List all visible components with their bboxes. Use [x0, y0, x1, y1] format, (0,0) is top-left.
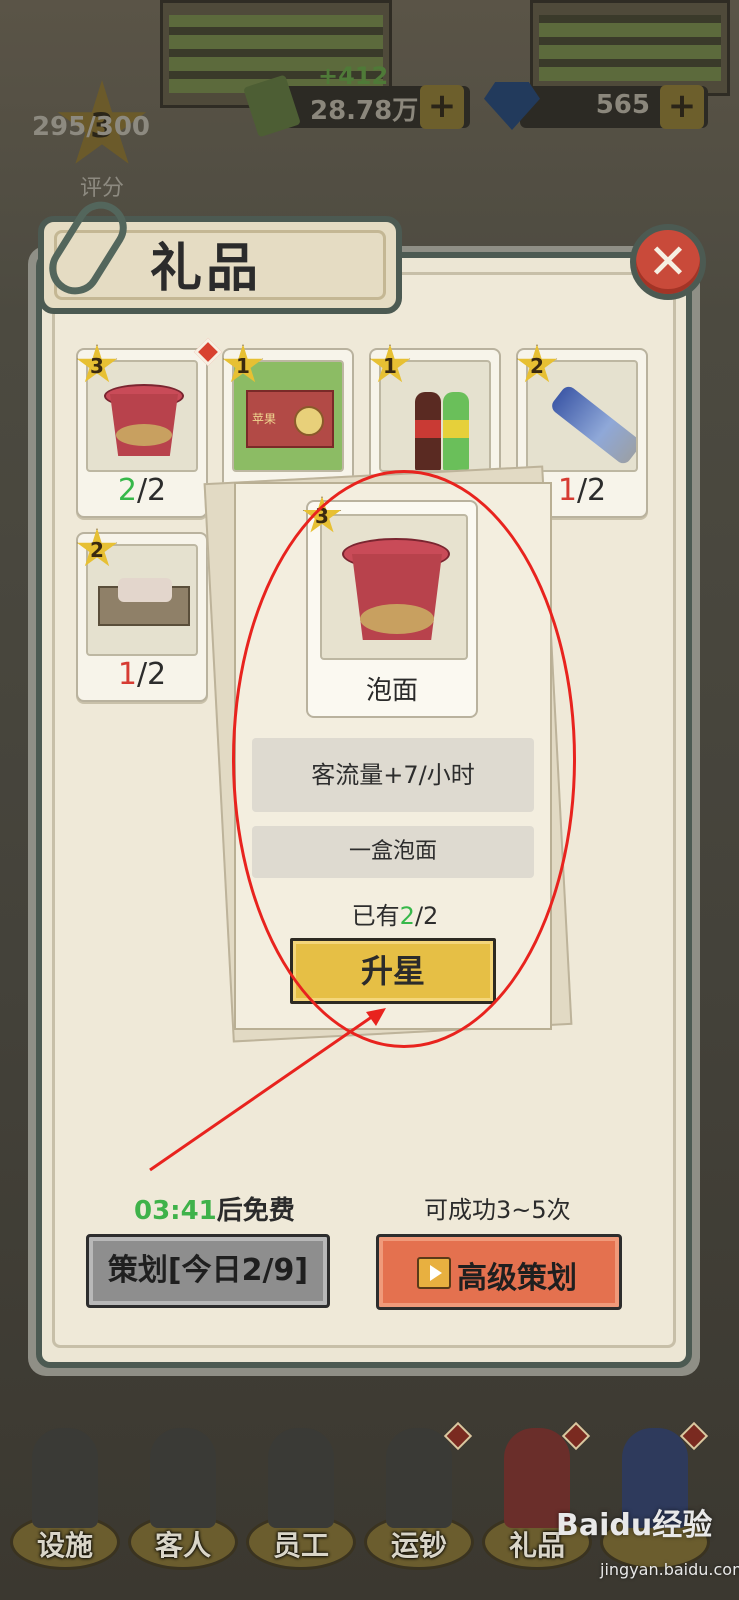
timer-suffix: 后免费	[216, 1196, 295, 1226]
gift-count: 2/2	[78, 473, 206, 508]
watermark-logo: Baidu经验	[556, 1508, 713, 1543]
rating-score: 295/300	[31, 112, 151, 142]
star-level: 2	[90, 538, 104, 562]
apple-box-label: 苹果	[252, 412, 277, 426]
money-value: 28.78万	[310, 96, 419, 126]
customer-icon	[150, 1428, 216, 1528]
nav-staff[interactable]: 员工	[246, 1420, 356, 1580]
star-level: 1	[383, 354, 397, 378]
rating-badge[interactable]: 3 评分	[14, 80, 164, 220]
apple-icon	[294, 406, 324, 436]
success-note: 可成功3~5次	[424, 1196, 571, 1224]
nav-label: 设施	[36, 1529, 93, 1562]
panel-title: 礼品	[150, 239, 263, 299]
gift-card-noodle[interactable]: 3 2/2	[76, 337, 223, 518]
cash-truck-icon	[386, 1428, 452, 1528]
add-money-button[interactable]: +	[420, 85, 464, 129]
cola-bottle-icon	[415, 392, 441, 470]
nav-label: 员工	[272, 1529, 329, 1562]
noodle-bowl	[116, 424, 172, 446]
gem-value: 565	[595, 90, 650, 120]
nav-cash-transport[interactable]: 运钞	[364, 1420, 474, 1580]
free-timer: 03:41后免费	[134, 1190, 295, 1227]
gift-total: /2	[136, 657, 167, 692]
nav-label: 客人	[154, 1529, 211, 1562]
annotation-ellipse	[232, 470, 576, 1048]
shelf-right	[530, 0, 730, 96]
annotation-arrow	[149, 1008, 386, 1172]
gift-owned: 1	[557, 473, 577, 508]
egg-tray-icon	[98, 578, 190, 626]
gift-owned: 1	[117, 657, 137, 692]
star-level: 3	[90, 354, 104, 378]
close-button[interactable]: ✕	[630, 224, 706, 300]
video-play-icon	[417, 1257, 451, 1289]
atm-icon	[32, 1428, 98, 1528]
gift-total: /2	[136, 473, 167, 508]
nav-customers[interactable]: 客人	[128, 1420, 238, 1580]
soda-bottle-icon	[443, 392, 469, 470]
tube-pack-icon	[548, 383, 636, 467]
money-gain: +412	[318, 62, 389, 90]
gift-count: 1/2	[78, 657, 206, 692]
advanced-plan-label: 高级策划	[457, 1261, 577, 1296]
plan-button[interactable]: 策划[今日2/9]	[86, 1234, 330, 1308]
add-gems-button[interactable]: +	[660, 85, 704, 129]
star-level: 2	[530, 354, 544, 378]
watermark-url: jingyan.baidu.com	[600, 1560, 739, 1579]
staff-icon	[268, 1428, 334, 1528]
gift-card-eggs[interactable]: 2 1/2	[76, 528, 208, 702]
star-level: 1	[236, 354, 250, 378]
close-icon: ✕	[647, 234, 689, 290]
nav-label: 运钞	[390, 1529, 447, 1562]
rating-label: 评分	[79, 176, 124, 201]
timer-countdown: 03:41	[134, 1196, 217, 1226]
gift-total: /2	[576, 473, 607, 508]
gift-owned: 2	[117, 473, 137, 508]
nav-facilities[interactable]: 设施	[10, 1420, 120, 1580]
advanced-plan-button[interactable]: 高级策划	[376, 1234, 622, 1310]
